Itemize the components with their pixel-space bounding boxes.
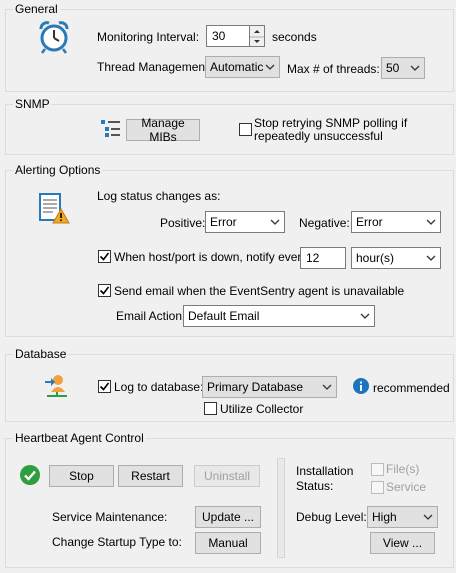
log-to-db-label: Log to database: <box>114 380 204 394</box>
chevron-down-icon <box>265 64 275 70</box>
utilize-collector-label: Utilize Collector <box>220 402 304 416</box>
email-action-label: Email Action: <box>116 309 186 323</box>
positive-select[interactable]: Error <box>205 211 285 233</box>
checkmark-icon <box>99 382 110 391</box>
manual-button[interactable]: Manual <box>195 532 261 554</box>
chevron-down-icon <box>360 313 370 319</box>
max-threads-label: Max # of threads: <box>287 62 380 76</box>
stop-retrying-label: Stop retrying SNMP polling if repeatedly… <box>254 116 408 143</box>
thread-management-value: Automatic <box>210 60 264 74</box>
log-status-label: Log status changes as: <box>97 189 221 203</box>
alarm-clock-icon <box>38 20 70 54</box>
thread-management-select[interactable]: Automatic <box>205 56 280 78</box>
restart-button[interactable]: Restart <box>118 465 183 487</box>
notify-unit-value: hour(s) <box>356 251 395 265</box>
general-group <box>5 9 454 92</box>
log-warning-icon <box>37 192 71 226</box>
positive-value: Error <box>210 215 237 229</box>
max-threads-value: 50 <box>386 61 400 75</box>
utilize-collector-checkbox[interactable] <box>204 402 217 415</box>
snmp-legend: SNMP <box>13 97 52 111</box>
service-maintenance-label: Service Maintenance: <box>52 510 168 524</box>
installation-status-label: Installation Status: <box>296 464 354 493</box>
chevron-down-icon <box>426 255 436 261</box>
heartbeat-legend: Heartbeat Agent Control <box>13 431 146 445</box>
spinner-arrows-icon <box>250 30 264 43</box>
chevron-down-icon <box>322 384 332 390</box>
change-startup-label: Change Startup Type to: <box>52 535 182 549</box>
negative-value: Error <box>356 215 383 229</box>
vertical-separator <box>277 458 285 558</box>
checkmark-icon <box>99 286 110 295</box>
files-checkbox <box>371 463 384 476</box>
database-value: Primary Database <box>207 380 304 394</box>
uninstall-button[interactable]: Uninstall <box>194 465 260 487</box>
max-threads-select[interactable]: 50 <box>381 57 425 79</box>
log-to-db-checkbox[interactable] <box>98 380 111 393</box>
database-user-icon <box>43 373 69 399</box>
notify-unit-select[interactable]: hour(s) <box>351 247 441 269</box>
negative-label: Negative: <box>299 216 350 230</box>
chevron-down-icon <box>410 65 420 71</box>
service-checkbox <box>371 481 384 494</box>
host-down-checkbox[interactable] <box>98 250 111 263</box>
service-label: Service <box>386 480 427 494</box>
database-legend: Database <box>13 347 69 361</box>
update-button[interactable]: Update ... <box>195 506 261 528</box>
general-legend: General <box>13 2 60 16</box>
alerting-legend: Alerting Options <box>13 163 103 177</box>
monitoring-interval-spinner[interactable] <box>250 25 265 47</box>
email-action-value: Default Email <box>188 309 260 323</box>
checkmark-icon <box>99 252 110 261</box>
thread-management-label: Thread Management: <box>97 60 212 74</box>
debug-level-value: High <box>372 510 397 524</box>
status-ok-icon <box>20 465 40 485</box>
monitoring-interval-label: Monitoring Interval: <box>97 30 200 44</box>
negative-select[interactable]: Error <box>351 211 441 233</box>
view-button[interactable]: View ... <box>370 532 435 554</box>
chevron-down-icon <box>270 219 280 225</box>
mib-tree-icon <box>101 120 121 138</box>
send-email-checkbox[interactable] <box>98 284 111 297</box>
email-action-select[interactable]: Default Email <box>183 305 375 327</box>
monitoring-interval-input[interactable]: 30 <box>206 25 250 47</box>
chevron-down-icon <box>423 514 433 520</box>
send-email-label: Send email when the EventSentry agent is… <box>114 284 405 298</box>
positive-label: Positive: <box>160 216 206 230</box>
stop-button[interactable]: Stop <box>49 465 114 487</box>
debug-level-label: Debug Level: <box>296 510 367 524</box>
debug-level-select[interactable]: High <box>367 506 438 528</box>
notify-interval-input[interactable]: 12 <box>300 247 346 269</box>
info-icon <box>353 378 369 394</box>
recommended-label: recommended <box>373 381 450 395</box>
manage-mibs-button[interactable]: Manage MIBs <box>126 116 200 144</box>
host-down-label: When host/port is down, notify every <box>114 250 308 264</box>
stop-retrying-checkbox[interactable] <box>239 123 252 136</box>
database-select[interactable]: Primary Database <box>202 376 337 398</box>
chevron-down-icon <box>426 219 436 225</box>
files-label: File(s) <box>386 462 420 476</box>
seconds-label: seconds <box>272 30 317 44</box>
